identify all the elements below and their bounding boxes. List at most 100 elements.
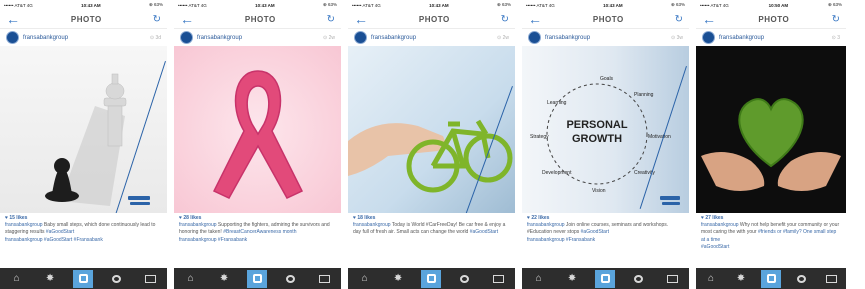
explore-icon[interactable]: ✸ bbox=[40, 270, 60, 288]
avatar[interactable] bbox=[528, 31, 541, 44]
explore-icon[interactable]: ✸ bbox=[214, 270, 234, 288]
post-photo[interactable] bbox=[174, 46, 341, 213]
username-link[interactable]: fransabankgroup bbox=[719, 35, 828, 41]
comment-text[interactable]: fransabankgroup #aGoodStart #Fransabank bbox=[5, 237, 103, 243]
nav-bar: ← PHOTO ↻ bbox=[696, 10, 846, 29]
post-age: ⊙ 3 bbox=[831, 34, 840, 41]
refresh-icon[interactable]: ↻ bbox=[832, 14, 840, 25]
caption-user[interactable]: fransabankgroup bbox=[179, 222, 217, 228]
camera-icon[interactable] bbox=[73, 269, 94, 288]
caption-user[interactable]: fransabankgroup bbox=[527, 222, 565, 228]
camera-icon[interactable] bbox=[421, 269, 442, 288]
caption-tags[interactable]: #aGoodStart bbox=[470, 229, 498, 235]
activity-icon[interactable] bbox=[629, 270, 649, 288]
back-arrow-icon[interactable]: ← bbox=[528, 12, 542, 26]
back-arrow-icon[interactable]: ← bbox=[702, 12, 716, 26]
refresh-icon[interactable]: ↻ bbox=[327, 14, 335, 25]
username-link[interactable]: fransabankgroup bbox=[371, 35, 493, 41]
avatar[interactable] bbox=[6, 31, 19, 44]
username-link[interactable]: fransabankgroup bbox=[197, 35, 319, 41]
home-icon[interactable]: ⌂ bbox=[7, 270, 27, 288]
post-header: fransabankgroup ⊙ 2w bbox=[174, 29, 341, 46]
camera-icon[interactable] bbox=[761, 269, 781, 288]
battery-label: ⊕ 63% bbox=[322, 2, 337, 7]
home-icon[interactable]: ⌂ bbox=[355, 270, 375, 288]
post-photo[interactable] bbox=[348, 46, 515, 213]
activity-icon[interactable] bbox=[455, 270, 475, 288]
back-arrow-icon[interactable]: ← bbox=[6, 12, 20, 26]
green-bicycle-illustration bbox=[348, 119, 513, 193]
back-arrow-icon[interactable]: ← bbox=[354, 12, 368, 26]
profile-icon[interactable] bbox=[488, 270, 508, 288]
carrier-label: •••••• AT&T 4G bbox=[178, 2, 207, 8]
post-header: fransabankgroup ⊙ 3d bbox=[0, 29, 167, 46]
profile-icon[interactable] bbox=[140, 270, 160, 288]
activity-icon[interactable] bbox=[281, 270, 301, 288]
caption-user[interactable]: fransabankgroup bbox=[5, 222, 43, 228]
caption-user[interactable]: fransabankgroup bbox=[353, 222, 391, 228]
home-icon[interactable]: ⌂ bbox=[181, 270, 201, 288]
status-bar: •••••• AT&T 4G 10:43 AM ⊕ 63% bbox=[348, 0, 515, 10]
likes-count[interactable]: ♥ 28 likes bbox=[179, 215, 336, 222]
comment-text[interactable]: fransabankgroup #Fransabank bbox=[527, 237, 595, 243]
post-photo[interactable]: PERSONAL GROWTH Goals Planning Learning … bbox=[522, 46, 689, 213]
page-title: PHOTO bbox=[418, 14, 450, 24]
nav-bar: ← PHOTO ↻ bbox=[174, 10, 341, 29]
diagram-title-line-2: GROWTH bbox=[572, 133, 622, 145]
page-title: PHOTO bbox=[592, 14, 624, 24]
time-label: 10:50 AM bbox=[768, 2, 789, 8]
page-title: PHOTO bbox=[70, 14, 102, 24]
refresh-icon[interactable]: ↻ bbox=[675, 14, 683, 25]
activity-icon[interactable] bbox=[107, 270, 127, 288]
camera-icon[interactable] bbox=[595, 269, 616, 288]
phone-screen-4: •••••• AT&T 4G 10:43 AM ⊕ 63% ← PHOTO ↻ … bbox=[522, 0, 689, 289]
post-age: ⊙ 2w bbox=[497, 34, 509, 41]
comment-text[interactable]: fransabankgroup #Fransabank bbox=[179, 237, 247, 243]
avatar[interactable] bbox=[702, 31, 715, 44]
carrier-label: •••••• AT&T 4G bbox=[700, 2, 729, 8]
likes-count[interactable]: ♥ 15 likes bbox=[5, 215, 162, 222]
profile-icon[interactable] bbox=[314, 270, 334, 288]
likes-count[interactable]: ♥ 22 likes bbox=[527, 215, 684, 222]
caption: fransabankgroup Baby small steps, which … bbox=[5, 222, 162, 236]
comment-line: fransabankgroup #Fransabank bbox=[527, 237, 684, 244]
diagram-title-line-1: PERSONAL bbox=[566, 119, 627, 131]
explore-icon[interactable]: ✸ bbox=[388, 270, 408, 288]
camera-icon[interactable] bbox=[247, 269, 268, 288]
tab-bar: ⌂ ✸ bbox=[522, 268, 689, 289]
post-header: fransabankgroup ⊙ 3w bbox=[522, 29, 689, 46]
profile-icon[interactable] bbox=[821, 270, 841, 288]
caption-tags[interactable]: #aGoodStart bbox=[46, 229, 74, 235]
caption-user[interactable]: fransabankgroup bbox=[701, 222, 739, 228]
caption: fransabankgroup Today is World #CarFreeD… bbox=[353, 222, 510, 236]
username-link[interactable]: fransabankgroup bbox=[545, 35, 667, 41]
activity-icon[interactable] bbox=[791, 270, 811, 288]
status-bar: •••••• AT&T 4G 10:43 AM ⊕ 63% bbox=[522, 0, 689, 10]
refresh-icon[interactable]: ↻ bbox=[153, 14, 161, 25]
explore-icon[interactable]: ✸ bbox=[562, 270, 582, 288]
username-link[interactable]: fransabankgroup bbox=[23, 35, 146, 41]
home-icon[interactable]: ⌂ bbox=[701, 270, 721, 288]
post-photo[interactable] bbox=[696, 46, 846, 213]
comment-text[interactable]: #aGoodStart bbox=[701, 244, 729, 250]
comment-line: fransabankgroup #Fransabank bbox=[179, 237, 336, 244]
avatar[interactable] bbox=[354, 31, 367, 44]
pink-ribbon-illustration bbox=[212, 70, 304, 199]
explore-icon[interactable]: ✸ bbox=[731, 270, 751, 288]
label-planning: Planning bbox=[634, 92, 654, 98]
avatar[interactable] bbox=[180, 31, 193, 44]
label-strategy: Strategy bbox=[530, 134, 549, 140]
page-title: PHOTO bbox=[244, 14, 276, 24]
back-arrow-icon[interactable]: ← bbox=[180, 12, 194, 26]
home-icon[interactable]: ⌂ bbox=[529, 270, 549, 288]
refresh-icon[interactable]: ↻ bbox=[501, 14, 509, 25]
post-meta: ♥ 27 likes fransabankgroup Why not help … bbox=[696, 213, 846, 251]
caption-tags[interactable]: #aGoodStart bbox=[581, 229, 609, 235]
comment-line: #aGoodStart bbox=[701, 244, 841, 251]
likes-count[interactable]: ♥ 27 likes bbox=[701, 215, 841, 222]
caption-tags[interactable]: #BreastCancerAwareness month bbox=[223, 229, 296, 235]
profile-icon[interactable] bbox=[662, 270, 682, 288]
likes-count[interactable]: ♥ 18 likes bbox=[353, 215, 510, 222]
post-photo[interactable] bbox=[0, 46, 167, 213]
tab-bar: ⌂ ✸ bbox=[174, 268, 341, 289]
